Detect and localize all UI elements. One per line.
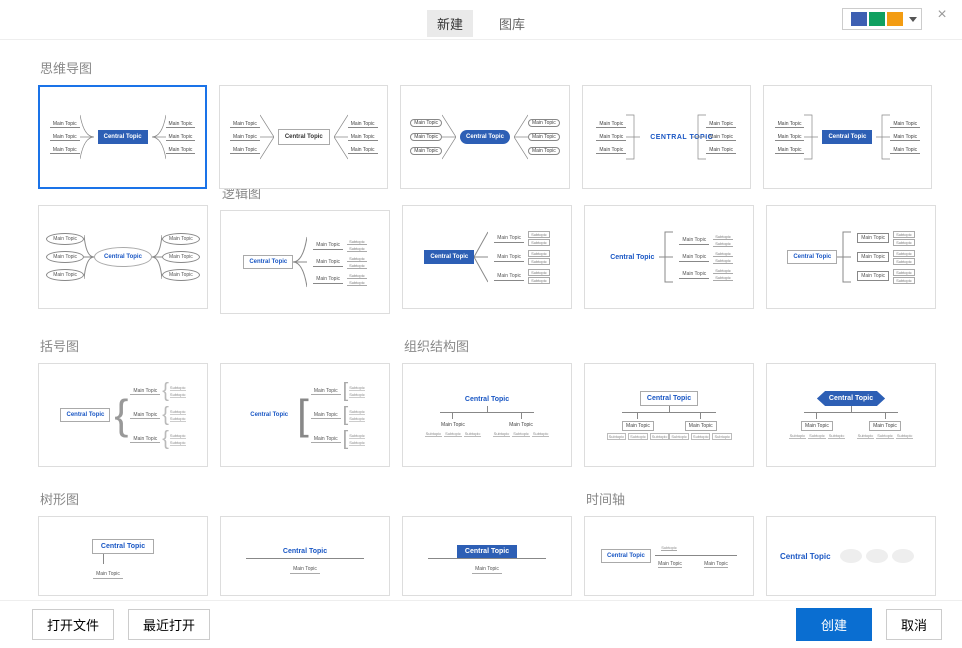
tab-library[interactable]: 图库 (489, 10, 535, 37)
swatch-blue (851, 12, 867, 26)
template-logic-0[interactable]: Main Topic Main Topic Main Topic Central… (38, 205, 208, 309)
section-title-mindmap: 思维导图 (40, 58, 932, 77)
create-button[interactable]: 创建 (796, 608, 872, 641)
template-mindmap-4[interactable]: Main TopicMain TopicMain Topic CENTRAL T… (582, 85, 751, 189)
section-title-org: 组织结构图 (404, 336, 936, 355)
template-bracket-2[interactable]: Central Topic [ Main Topic[SubtopicSubto… (220, 363, 390, 467)
header-bar: 新建 图库 × (0, 0, 962, 40)
template-tree-2[interactable]: Central Topic Main Topic (220, 516, 390, 596)
header-tabs: 新建 图库 (427, 10, 535, 37)
template-timeline-1[interactable]: Subtopic Central Topic Main Topic Main T… (584, 516, 754, 596)
section-title-timeline: 时间轴 (586, 489, 936, 508)
template-logic-1[interactable]: Central Topic Main TopicSubtopicSubtopic… (220, 210, 390, 314)
template-org-2[interactable]: Central Topic Main TopicSubtopicSubtopic… (584, 363, 754, 467)
template-mindmap-2[interactable]: Main TopicMain TopicMain Topic Central T… (219, 85, 388, 189)
theme-color-picker[interactable] (842, 8, 922, 30)
template-mindmap-3[interactable]: Main TopicMain TopicMain Topic Central T… (400, 85, 569, 189)
template-timeline-2[interactable]: Central Topic (766, 516, 936, 596)
swatch-green (869, 12, 885, 26)
section-title-tree: 树形图 (40, 489, 572, 508)
template-bracket-1[interactable]: Central Topic { Main Topic{SubtopicSubto… (38, 363, 208, 467)
swatch-orange (887, 12, 903, 26)
recent-open-button[interactable]: 最近打开 (128, 609, 210, 640)
template-tree-1[interactable]: Central Topic Main Topic (38, 516, 208, 596)
footer-bar: 打开文件 最近打开 创建 取消 (0, 600, 962, 648)
template-mindmap-1[interactable]: Main TopicMain TopicMain Topic Central T… (38, 85, 207, 189)
template-logic-2[interactable]: Central Topic Main TopicSubtopicSubtopic… (402, 205, 572, 309)
template-logic-3[interactable]: Central Topic Main TopicSubtopicSubtopic… (584, 205, 754, 309)
section-title-bracket: 括号图 (40, 336, 390, 355)
close-icon[interactable]: × (932, 6, 952, 24)
open-file-button[interactable]: 打开文件 (32, 609, 114, 640)
tab-new[interactable]: 新建 (427, 10, 473, 37)
template-org-3[interactable]: Central Topic Main TopicSubtopicSubtopic… (766, 363, 936, 467)
cancel-button[interactable]: 取消 (886, 609, 942, 640)
chevron-down-icon (909, 17, 917, 22)
template-logic-4[interactable]: Central Topic Main TopicSubtopicSubtopic… (766, 205, 936, 309)
color-swatches (851, 12, 903, 26)
template-tree-3[interactable]: Central Topic Main Topic (402, 516, 572, 596)
template-mindmap-5[interactable]: Main TopicMain TopicMain Topic Central T… (763, 85, 932, 189)
template-gallery: 思维导图 Main TopicMain TopicMain Topic Cent… (0, 40, 962, 600)
template-org-1[interactable]: Central Topic Main TopicSubtopicSubtopic… (402, 363, 572, 467)
